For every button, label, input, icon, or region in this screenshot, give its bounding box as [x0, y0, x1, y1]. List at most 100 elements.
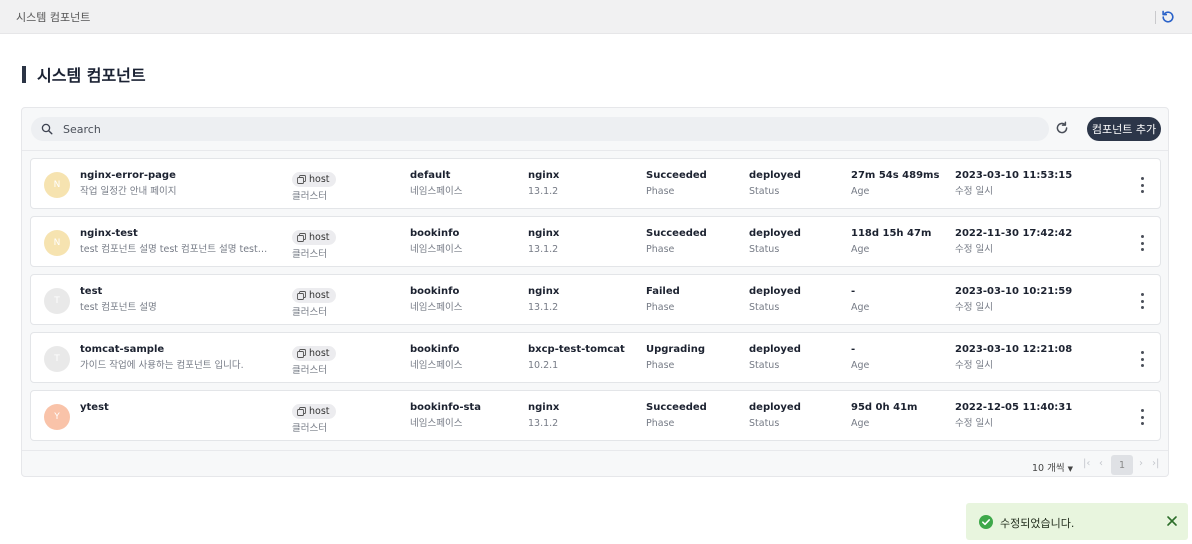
- component-name[interactable]: tomcat-sample: [80, 343, 270, 357]
- updated-label: 수정 일시: [955, 244, 993, 255]
- cluster-chip: host: [292, 346, 336, 361]
- age-label: Age: [851, 302, 870, 313]
- toast-message: 수정되었습니다.: [1000, 517, 1075, 530]
- namespace-value: bookinfo: [410, 228, 460, 239]
- component-row[interactable]: Ttest test 컴포넌트 설명 host 클러스터 bookinfo 네임스페이스 n…: [30, 274, 1161, 325]
- pagination: 10 개씩 ▼ |‹ ‹ 1 › ›|: [22, 450, 1168, 476]
- updated-label: 수정 일시: [955, 360, 993, 371]
- component-description: test 컴포넌트 설명 test 컴포넌트 설명 test 컴…: [80, 244, 270, 255]
- chart-name: nginx: [528, 402, 560, 413]
- age-label: Age: [851, 186, 870, 197]
- updated-time: 2022-12-05 11:40:31: [955, 402, 1073, 413]
- cluster-icon: [297, 175, 309, 184]
- component-name[interactable]: nginx-test: [80, 227, 270, 241]
- cluster-name: host: [309, 290, 330, 301]
- status-label: Status: [749, 360, 780, 371]
- namespace-value: bookinfo: [410, 286, 460, 297]
- component-row[interactable]: Nnginx-test test 컴포넌트 설명 test 컴포넌트 설명 tes…: [30, 216, 1161, 267]
- page-1-button[interactable]: 1: [1111, 455, 1133, 475]
- top-bar: 시스템 컴포넌트: [0, 0, 1192, 34]
- namespace-label: 네임스페이스: [410, 418, 463, 429]
- more-options-icon[interactable]: [1138, 177, 1146, 193]
- status-label: Status: [749, 418, 780, 429]
- more-options-icon[interactable]: [1138, 235, 1146, 251]
- status-value: deployed: [749, 344, 801, 355]
- chart-version: 13.1.2: [528, 418, 559, 429]
- phase-value: Succeeded: [646, 402, 707, 413]
- avatar: T: [44, 288, 70, 314]
- cluster-icon: [297, 291, 309, 300]
- cluster-chip: host: [292, 230, 336, 245]
- cluster-label: 클러스터: [292, 307, 327, 318]
- phase-value: Upgrading: [646, 344, 705, 355]
- search-box[interactable]: [31, 117, 1049, 141]
- refresh-icon[interactable]: [1160, 9, 1176, 25]
- avatar: N: [44, 172, 70, 198]
- namespace-label: 네임스페이스: [410, 244, 463, 255]
- search-icon: [41, 123, 53, 135]
- cluster-chip: host: [292, 404, 336, 419]
- namespace-label: 네임스페이스: [410, 302, 463, 313]
- updated-time: 2023-03-10 11:53:15: [955, 170, 1073, 181]
- component-description: 가이드 작업에 사용하는 컴포넌트 입니다.: [80, 360, 244, 371]
- age-value: 27m 54s 489ms: [851, 170, 940, 181]
- toast-notification: 수정되었습니다.: [966, 503, 1188, 540]
- check-circle-icon: [979, 515, 993, 529]
- last-page-button[interactable]: ›|: [1152, 458, 1159, 469]
- first-page-button[interactable]: |‹: [1083, 458, 1090, 469]
- avatar: N: [44, 230, 70, 256]
- component-name[interactable]: ytest: [80, 401, 270, 415]
- namespace-label: 네임스페이스: [410, 186, 463, 197]
- component-row[interactable]: Ttomcat-sample 가이드 작업에 사용하는 컴포넌트 입니다. host…: [30, 332, 1161, 383]
- search-input[interactable]: [63, 122, 963, 136]
- cluster-chip: host: [292, 172, 336, 187]
- cluster-label: 클러스터: [292, 423, 327, 434]
- title-accent-bar: [22, 65, 26, 83]
- toolbar-divider: [22, 150, 1168, 151]
- phase-label: Phase: [646, 302, 675, 313]
- more-options-icon[interactable]: [1138, 409, 1146, 425]
- component-description: 작업 일정간 안내 페이지: [80, 186, 177, 197]
- avatar: Y: [44, 404, 70, 430]
- page-size-select[interactable]: 10 개씩 ▼: [1032, 460, 1073, 474]
- status-label: Status: [749, 244, 780, 255]
- component-name[interactable]: test: [80, 285, 270, 299]
- more-options-icon[interactable]: [1138, 351, 1146, 367]
- component-row[interactable]: Yytest host 클러스터 bookinfo-sta 네임스페이스 nginx 13.…: [30, 390, 1161, 441]
- phase-value: Succeeded: [646, 170, 707, 181]
- cluster-chip: host: [292, 288, 336, 303]
- age-label: Age: [851, 418, 870, 429]
- phase-label: Phase: [646, 418, 675, 429]
- more-options-icon[interactable]: [1138, 293, 1146, 309]
- cluster-label: 클러스터: [292, 249, 327, 260]
- page-size-label: 10 개씩: [1032, 463, 1065, 474]
- namespace-value: bookinfo-sta: [410, 402, 481, 413]
- updated-time: 2023-03-10 12:21:08: [955, 344, 1073, 355]
- updated-label: 수정 일시: [955, 186, 993, 197]
- chart-version: 13.1.2: [528, 302, 559, 313]
- component-row[interactable]: Nnginx-error-page 작업 일정간 안내 페이지 host 클러스터 de…: [30, 158, 1161, 209]
- age-value: 118d 15h 47m: [851, 228, 932, 239]
- component-name[interactable]: nginx-error-page: [80, 169, 270, 183]
- component-description: test 컴포넌트 설명: [80, 302, 157, 313]
- component-list: Nnginx-error-page 작업 일정간 안내 페이지 host 클러스터 de…: [30, 158, 1161, 448]
- close-icon[interactable]: [1166, 515, 1178, 527]
- topbar-divider: [1155, 11, 1156, 24]
- breadcrumb: 시스템 컴포넌트: [16, 10, 91, 24]
- next-page-button[interactable]: ›: [1139, 458, 1143, 469]
- status-value: deployed: [749, 402, 801, 413]
- age-value: -: [851, 286, 856, 297]
- add-component-button[interactable]: 컴포넌트 추가: [1087, 117, 1161, 141]
- updated-time: 2023-03-10 10:21:59: [955, 286, 1073, 297]
- status-label: Status: [749, 302, 780, 313]
- page-title: 시스템 컴포넌트: [37, 66, 146, 85]
- cluster-icon: [297, 407, 309, 416]
- chart-version: 10.2.1: [528, 360, 559, 371]
- cluster-name: host: [309, 232, 330, 243]
- cluster-icon: [297, 349, 309, 358]
- prev-page-button[interactable]: ‹: [1099, 458, 1103, 469]
- updated-label: 수정 일시: [955, 418, 993, 429]
- reload-icon[interactable]: [1054, 120, 1070, 136]
- avatar: T: [44, 346, 70, 372]
- phase-label: Phase: [646, 360, 675, 371]
